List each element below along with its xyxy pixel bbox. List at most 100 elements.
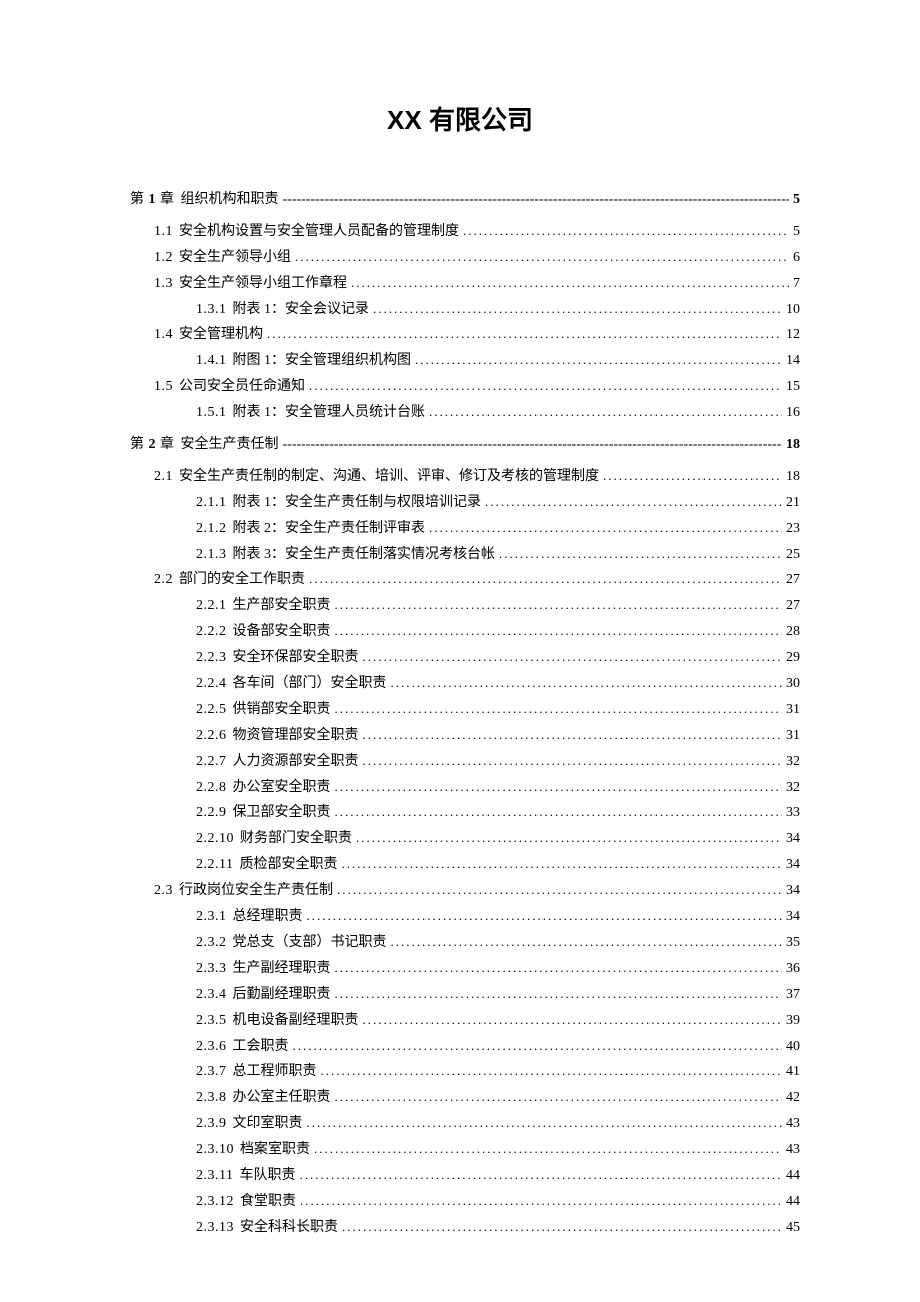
toc-entry-number: 2.3.13: [196, 1215, 234, 1241]
toc-entry-label: 文印室职责: [233, 1111, 303, 1137]
toc-entry-number: 1.3: [154, 271, 173, 297]
toc-entry-number: 1.3.1: [196, 297, 227, 323]
toc-entry-label: 总工程师职责: [233, 1059, 317, 1085]
toc-entry-number: 2.3.6: [196, 1034, 227, 1060]
toc-entry-page: 7: [793, 271, 800, 297]
toc-entry-number: 2.3: [154, 878, 173, 904]
toc-leader: [299, 1163, 782, 1187]
toc-entry-page: 43: [786, 1111, 800, 1137]
toc-entry: 2.1.3附表 3：安全生产责任制落实情况考核台帐25: [130, 542, 800, 568]
toc-entry-page: 27: [786, 567, 800, 593]
toc-entry-page: 28: [786, 619, 800, 645]
toc-entry: 2.3.1总经理职责 34: [130, 904, 800, 930]
toc-entry-number: 1.4.1: [196, 348, 227, 374]
toc-entry-number: 2.3.8: [196, 1085, 227, 1111]
toc-entry-number: 2.2.8: [196, 775, 227, 801]
toc-leader: [391, 930, 783, 954]
toc-entry-number: 2.3.12: [196, 1189, 234, 1215]
toc-entry-number: 第 1 章: [130, 187, 175, 213]
toc-leader: [335, 775, 783, 799]
toc-entry-page: 34: [786, 904, 800, 930]
toc-entry: 2.3.12食堂职责 44: [130, 1189, 800, 1215]
toc-entry-label: 质检部安全职责: [239, 852, 337, 878]
toc-entry: 1.4.1附图 1：安全管理组织机构图14: [130, 348, 800, 374]
toc-entry: 2.1安全生产责任制的制定、沟通、培训、评审、修订及考核的管理制度18: [130, 464, 800, 490]
toc-entry: 2.3.7总工程师职责41: [130, 1059, 800, 1085]
toc-leader: [373, 297, 782, 321]
toc-entry-page: 15: [786, 374, 800, 400]
toc-entry-page: 33: [786, 800, 800, 826]
toc-leader: [309, 567, 782, 591]
toc-leader: [337, 878, 782, 902]
toc-entry-label: 办公室安全职责: [233, 775, 331, 801]
toc-entry-label: 安全生产责任制: [181, 432, 279, 458]
toc-leader: [363, 723, 783, 747]
toc-leader: [363, 645, 783, 669]
toc-leader: [321, 1059, 783, 1083]
toc-entry: 2.3.9文印室职责 43: [130, 1111, 800, 1137]
toc-entry-page: 14: [786, 348, 800, 374]
toc-entry: 2.2.1生产部安全职责27: [130, 593, 800, 619]
toc-entry: 2.3.6工会职责40: [130, 1034, 800, 1060]
toc-leader: [499, 542, 782, 566]
toc-leader: [307, 1111, 783, 1135]
toc-entry-page: 44: [786, 1189, 800, 1215]
toc-entry-page: 43: [786, 1137, 800, 1163]
toc-leader: [351, 271, 789, 295]
toc-leader: [363, 749, 783, 773]
toc-leader: [485, 490, 782, 514]
toc-entry-number: 2.1.2: [196, 516, 227, 542]
toc-entry: 1.5.1附表 1：安全管理人员统计台账16: [130, 400, 800, 426]
toc-entry-label: 车队职责: [239, 1163, 295, 1189]
toc-entry-number: 2.3.4: [196, 982, 227, 1008]
toc-entry-number: 2.3.2: [196, 930, 227, 956]
toc-entry: 1.3安全生产领导小组工作章程7: [130, 271, 800, 297]
toc-entry-number: 2.2.11: [196, 852, 233, 878]
toc-leader: [356, 826, 782, 850]
toc-entry: 1.3.1附表 1：安全会议记录10: [130, 297, 800, 323]
toc-leader: [429, 516, 782, 540]
toc-entry-number: 2.1: [154, 464, 173, 490]
toc-leader: [342, 1215, 782, 1239]
toc-entry-number: 第 2 章: [130, 432, 175, 458]
toc-entry-page: 45: [786, 1215, 800, 1241]
toc-entry-number: 2.1.3: [196, 542, 227, 568]
toc-entry-label: 公司安全员任命通知: [179, 374, 305, 400]
toc-entry-label: 总经理职责: [233, 904, 303, 930]
toc-entry-page: 42: [786, 1085, 800, 1111]
toc-entry-label: 附表 3：安全生产责任制落实情况考核台帐: [233, 542, 496, 568]
toc-entry-label: 党总支（支部）书记职责: [233, 930, 387, 956]
toc-entry: 2.3.5机电设备副经理职责39: [130, 1008, 800, 1034]
toc-entry-number: 2.2.10: [196, 826, 234, 852]
toc-entry-label: 财务部门安全职责: [240, 826, 352, 852]
toc-entry: 2.2.10财务部门安全职责34: [130, 826, 800, 852]
toc-entry: 1.1安全机构设置与安全管理人员配备的管理制度5: [130, 219, 800, 245]
toc-entry: 1.2安全生产领导小组6: [130, 245, 800, 271]
toc-leader: [335, 593, 783, 617]
toc-entry-number: 1.1: [154, 219, 173, 245]
toc-entry-number: 2.3.1: [196, 904, 227, 930]
toc-entry: 2.2.11质检部安全职责34: [130, 852, 800, 878]
toc-entry: 1.5 公司安全员任命通知 15: [130, 374, 800, 400]
toc-entry: 2.2.7人力资源部安全职责32: [130, 749, 800, 775]
toc-entry-label: 档案室职责: [240, 1137, 310, 1163]
toc-entry-number: 2.1.1: [196, 490, 227, 516]
toc-entry-page: 27: [786, 593, 800, 619]
toc-entry-page: 30: [786, 671, 800, 697]
toc-entry-number: 1.5: [154, 374, 173, 400]
toc-leader: [307, 904, 783, 928]
toc-entry: 2.2.4各车间（部门）安全职责30: [130, 671, 800, 697]
toc-leader: [309, 374, 782, 398]
toc-entry: 2.3.3生产副经理职责36: [130, 956, 800, 982]
toc-entry-label: 安全机构设置与安全管理人员配备的管理制度: [179, 219, 459, 245]
toc-entry-label: 食堂职责: [240, 1189, 296, 1215]
toc-leader: [335, 697, 783, 721]
toc-leader: [335, 1085, 783, 1109]
toc-entry-number: 2.2.6: [196, 723, 227, 749]
toc-entry-label: 人力资源部安全职责: [233, 749, 359, 775]
toc-entry-label: 安全环保部安全职责: [233, 645, 359, 671]
toc-entry-page: 10: [786, 297, 800, 323]
toc-entry-number: 2.3.9: [196, 1111, 227, 1137]
toc-entry-label: 供销部安全职责: [233, 697, 331, 723]
toc-entry-label: 各车间（部门）安全职责: [233, 671, 387, 697]
